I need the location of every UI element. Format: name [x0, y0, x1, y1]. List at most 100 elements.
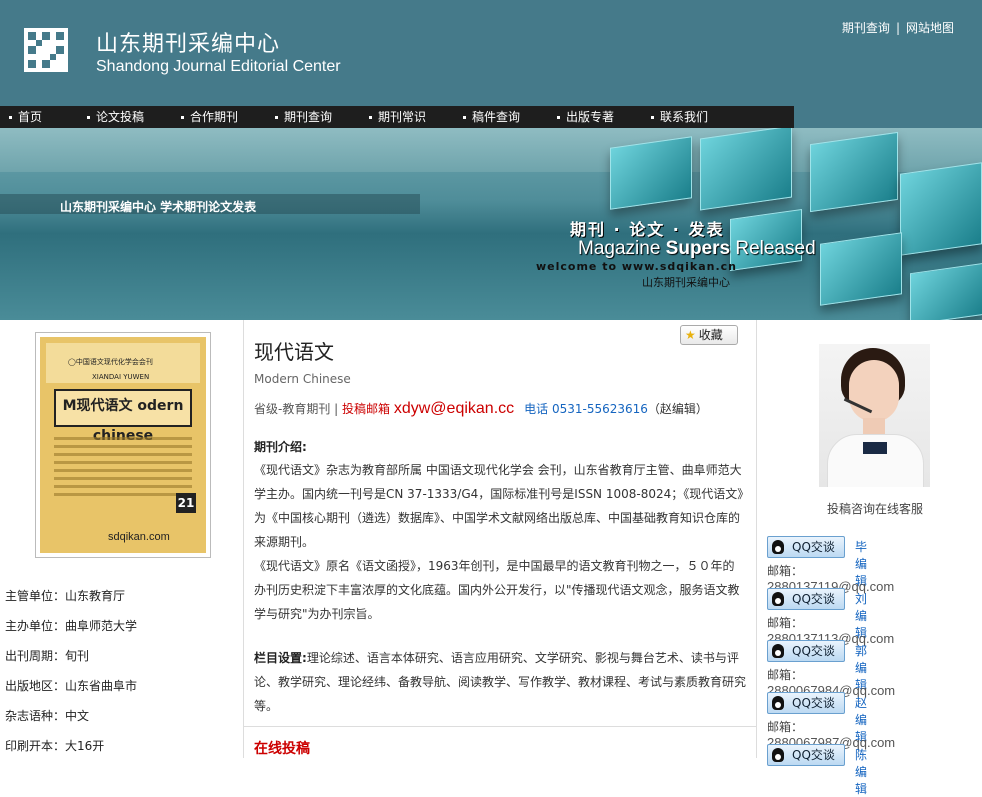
star-plus-icon: ★ [685, 328, 696, 342]
support-agent-photo [819, 344, 930, 487]
qq-chat-button[interactable]: QQ交谈 [767, 536, 845, 558]
info-row: 出版地区：山东省曲阜市 [5, 676, 137, 706]
nav-submit-paper[interactable]: 论文投稿 [78, 106, 172, 128]
journal-title: 现代语文 [254, 340, 334, 364]
journal-title-en: Modern Chinese [254, 372, 351, 386]
banner-cube [700, 128, 792, 211]
info-row: 杂志语种：中文 [5, 706, 137, 736]
info-row: 主办单位：曲阜师范大学 [5, 616, 137, 646]
cover-title: M现代语文 odern chinese [54, 389, 192, 444]
qq-penguin-icon [772, 540, 784, 554]
banner-welcome: welcome to www.sdqikan.cn [536, 260, 737, 273]
qq-penguin-icon [772, 696, 784, 710]
cover-line [54, 453, 192, 456]
qq-chat-button[interactable]: QQ交谈 [767, 588, 845, 610]
nav-manuscript-query[interactable]: 稿件查询 [454, 106, 548, 128]
nav-contact[interactable]: 联系我们 [642, 106, 736, 128]
journal-cover[interactable]: ◯中国语文现代化学会会刊 XIANDAI YUWEN M现代语文 odern c… [35, 332, 211, 558]
qq-chat-button[interactable]: QQ交谈 [767, 744, 845, 766]
photo-face [849, 360, 899, 422]
cover-lines [54, 437, 192, 501]
banner-cube [610, 136, 692, 210]
left-column: ◯中国语文现代化学会会刊 XIANDAI YUWEN M现代语文 odern c… [0, 320, 244, 758]
journal-level: 省级-教育期刊 | [254, 402, 343, 416]
sitemap-link[interactable]: 网站地图 [906, 21, 954, 35]
phone-label: 电话 [524, 402, 552, 416]
info-label: 印刷开本： [5, 739, 66, 753]
link-separator: | [895, 21, 900, 35]
photo-bow [863, 442, 887, 454]
intro-paragraph: 《现代语文》杂志为教育部所属 中国语文现代化学会 会刊，山东省教育厅主管、曲阜师… [254, 463, 744, 549]
banner-en-bold: Supers [665, 238, 731, 259]
info-label: 主管单位： [5, 589, 66, 603]
nav-home[interactable]: 首页 [0, 106, 78, 128]
cover-line [54, 493, 192, 496]
support-label: 投稿咨询在线客服 [827, 502, 924, 516]
info-label: 出版地区： [5, 679, 66, 693]
main-content: ◯中国语文现代化学会会刊 XIANDAI YUWEN M现代语文 odern c… [0, 320, 982, 796]
right-column: 投稿咨询在线客服 QQ交谈 毕编辑 邮箱：2880137119@qq.com Q… [757, 320, 982, 796]
banner-en-pre: Magazine [578, 238, 666, 259]
banner-tagline: 山东期刊采编中心 学术期刊论文发表 [60, 200, 257, 214]
info-value: 曲阜师范大学 [65, 619, 138, 633]
cover-line [54, 477, 192, 480]
cover-issue-number: 21 [176, 493, 196, 513]
banner-en-post: Released [730, 238, 816, 259]
intro-heading: 期刊介绍: [254, 440, 307, 454]
nav-partner-journals[interactable]: 合作期刊 [172, 106, 266, 128]
mail-label: 邮箱： [767, 720, 804, 734]
main-nav: 首页 论文投稿 合作期刊 期刊查询 期刊常识 稿件查询 出版专著 联系我们 [0, 106, 794, 128]
section-divider [244, 726, 756, 727]
favorite-button[interactable]: ★ 收藏 [680, 325, 738, 345]
info-value: 旬刊 [65, 649, 90, 663]
mail-label: 邮箱： [767, 616, 804, 630]
info-label: 出刊周期： [5, 649, 66, 663]
qq-chat-label: QQ交谈 [792, 644, 835, 658]
qq-chat-label: QQ交谈 [792, 540, 835, 554]
banner-center-name: 山东期刊采编中心 [642, 276, 730, 289]
columns-label: 栏目设置: [254, 651, 307, 665]
qq-chat-button[interactable]: QQ交谈 [767, 692, 845, 714]
info-label: 杂志语种： [5, 709, 66, 723]
journal-info-list: 主管单位：山东教育厅 主办单位：曲阜师范大学 出刊周期：旬刊 出版地区：山东省曲… [5, 586, 137, 766]
banner: 山东期刊采编中心 学术期刊论文发表 期刊 · 论文 · 发表 Magazine … [0, 128, 982, 320]
info-value: 山东省曲阜市 [65, 679, 138, 693]
info-row: 印刷开本：大16开 [5, 736, 137, 766]
qq-chat-button[interactable]: QQ交谈 [767, 640, 845, 662]
info-value: 中文 [65, 709, 90, 723]
banner-cube [810, 131, 898, 213]
cover-line [54, 445, 192, 448]
site-header: 山东期刊采编中心 Shandong Journal Editorial Cent… [0, 0, 982, 106]
qq-penguin-icon [772, 644, 784, 658]
mail-label: 邮箱： [767, 564, 804, 578]
cover-header: ◯中国语文现代化学会会刊 XIANDAI YUWEN [46, 343, 200, 383]
cover-line [54, 485, 192, 488]
cover-society: ◯中国语文现代化学会会刊 [68, 358, 153, 366]
journal-columns: 栏目设置:理论综述、语言本体研究、语言应用研究、文学研究、影视与舞台艺术、读书与… [254, 646, 746, 718]
cover-image: ◯中国语文现代化学会会刊 XIANDAI YUWEN M现代语文 odern c… [40, 337, 206, 553]
banner-cube [820, 232, 902, 306]
cover-pinyin: XIANDAI YUWEN [92, 373, 150, 381]
nav-journal-search[interactable]: 期刊查询 [266, 106, 360, 128]
site-title[interactable]: 山东期刊采编中心 [96, 26, 280, 58]
editor-name: （赵编辑） [647, 402, 708, 416]
top-links: 期刊查询 | 网站地图 [842, 19, 954, 36]
info-row: 主管单位：山东教育厅 [5, 586, 137, 616]
mail-label: 邮箱： [767, 668, 804, 682]
qq-chat-label: QQ交谈 [792, 748, 835, 762]
submit-email[interactable]: xdyw@eqikan.cc [394, 400, 514, 417]
banner-cube [900, 162, 982, 256]
cover-line [54, 437, 192, 440]
qq-penguin-icon [772, 592, 784, 606]
journal-search-link[interactable]: 期刊查询 [842, 21, 890, 35]
favorite-label: 收藏 [698, 328, 723, 342]
agent-name[interactable]: 陈编辑 [855, 746, 867, 797]
nav-journal-knowledge[interactable]: 期刊常识 [360, 106, 454, 128]
banner-headline: 期刊 · 论文 · 发表 [570, 220, 725, 239]
info-value: 大16开 [65, 739, 105, 753]
banner-cube [910, 262, 982, 320]
columns-text: 理论综述、语言本体研究、语言应用研究、文学研究、影视与舞台艺术、读书与评论、教学… [254, 651, 747, 713]
nav-monographs[interactable]: 出版专著 [548, 106, 642, 128]
qq-chat-label: QQ交谈 [792, 696, 835, 710]
info-label: 主办单位： [5, 619, 66, 633]
